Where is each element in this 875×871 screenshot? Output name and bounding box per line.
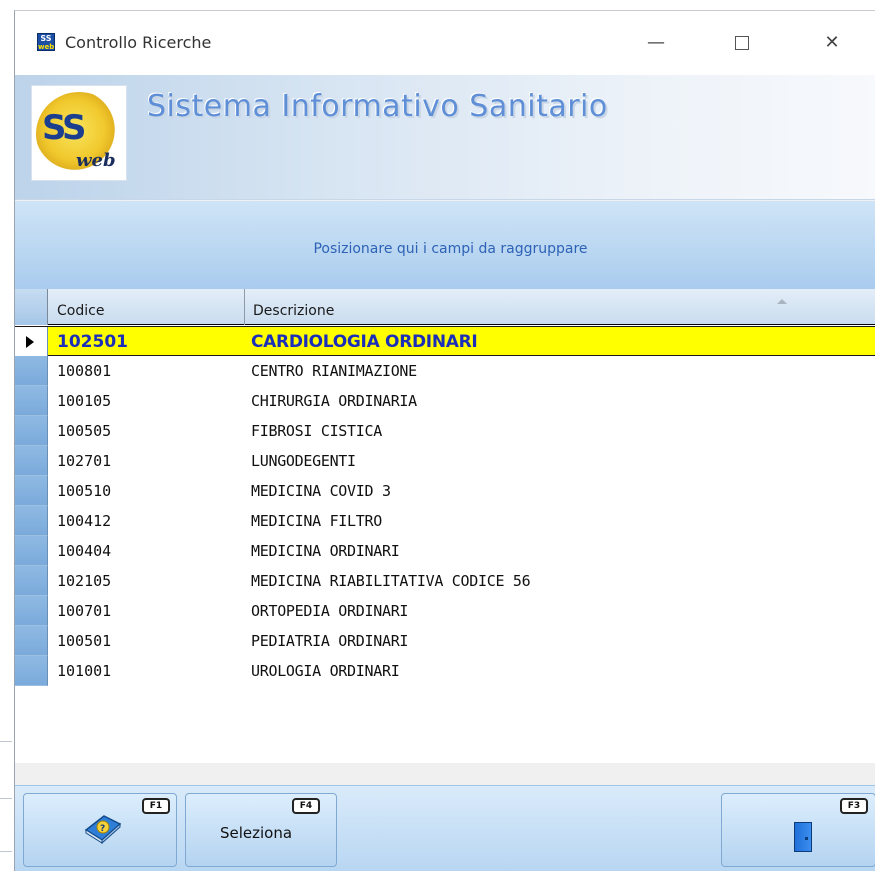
cell-codice[interactable]: 100412 xyxy=(49,506,245,536)
cell-descrizione[interactable]: UROLOGIA ORDINARI xyxy=(245,656,875,686)
cell-codice[interactable]: 100701 xyxy=(49,596,245,626)
maximize-icon xyxy=(735,36,749,50)
footer-toolbar: F1 ? F4 Seleziona F3 xyxy=(15,779,875,871)
close-button[interactable]: ✕ xyxy=(809,25,855,61)
row-indicator[interactable] xyxy=(15,386,48,416)
table-row[interactable]: 100412 MEDICINA FILTRO xyxy=(15,506,875,536)
svg-text:?: ? xyxy=(100,824,105,834)
table-row[interactable]: 102105 MEDICINA RIABILITATIVA CODICE 56 xyxy=(15,566,875,596)
cell-codice[interactable]: 100801 xyxy=(49,356,245,386)
f4-key-badge: F4 xyxy=(292,798,320,814)
help-button[interactable]: F1 ? xyxy=(23,793,177,867)
window-title: Controllo Ricerche xyxy=(65,33,212,52)
row-indicator-header xyxy=(15,289,48,325)
cell-descrizione[interactable]: MEDICINA ORDINARI xyxy=(245,536,875,566)
search-window: SS web Controllo Ricerche — ✕ SS web Sist… xyxy=(14,10,875,871)
row-indicator[interactable] xyxy=(15,356,48,386)
table-row[interactable]: 100501 PEDIATRIA ORDINARI xyxy=(15,626,875,656)
help-book-icon: ? xyxy=(84,815,122,844)
cell-codice[interactable]: 100505 xyxy=(49,416,245,446)
row-indicator[interactable] xyxy=(15,596,48,626)
column-header-descrizione[interactable]: Descrizione xyxy=(245,289,875,325)
table-row[interactable]: 100404 MEDICINA ORDINARI xyxy=(15,536,875,566)
current-row-arrow-icon xyxy=(26,336,34,348)
select-button[interactable]: F4 Seleziona xyxy=(185,793,337,867)
f1-key-badge: F1 xyxy=(142,798,170,814)
group-by-hint: Posizionare qui i campi da raggruppare xyxy=(313,241,588,257)
table-row[interactable]: 101001 UROLOGIA ORDINARI xyxy=(15,656,875,686)
cell-descrizione[interactable]: CHIRURGIA ORDINARIA xyxy=(245,386,875,416)
table-row[interactable]: 100510 MEDICINA COVID 3 xyxy=(15,476,875,506)
cell-descrizione[interactable]: FIBROSI CISTICA xyxy=(245,416,875,446)
minimize-button[interactable]: — xyxy=(633,25,679,61)
header-banner: SS web Sistema Informativo Sanitario xyxy=(15,75,875,200)
cell-descrizione[interactable]: MEDICINA COVID 3 xyxy=(245,476,875,506)
table-row[interactable]: 102701 LUNGODEGENTI xyxy=(15,446,875,476)
cell-codice[interactable]: 101001 xyxy=(49,656,245,686)
divider xyxy=(0,851,12,852)
cell-codice[interactable]: 100510 xyxy=(49,476,245,506)
cell-descrizione[interactable]: LUNGODEGENTI xyxy=(245,446,875,476)
exit-door-icon xyxy=(794,822,812,852)
cell-codice[interactable]: 102105 xyxy=(49,566,245,596)
cell-descrizione[interactable]: CARDIOLOGIA ORDINARI xyxy=(245,327,875,357)
maximize-button[interactable] xyxy=(719,25,765,61)
results-grid: Codice Descrizione 102501 CARDIOLOGIA ORD… xyxy=(15,289,875,763)
logo-subtext: web xyxy=(76,150,116,171)
f3-key-badge: F3 xyxy=(840,798,868,814)
exit-button[interactable]: F3 xyxy=(721,793,875,867)
cell-descrizione[interactable]: MEDICINA RIABILITATIVA CODICE 56 xyxy=(245,566,875,596)
cell-codice[interactable]: 102701 xyxy=(49,446,245,476)
row-indicator[interactable] xyxy=(15,476,48,506)
sisweb-logo: SS web xyxy=(31,85,127,181)
sort-ascending-icon xyxy=(777,299,787,304)
desktop-edge xyxy=(0,0,14,871)
cell-descrizione[interactable]: PEDIATRIA ORDINARI xyxy=(245,626,875,656)
divider xyxy=(0,798,12,799)
row-indicator[interactable] xyxy=(15,566,48,596)
title-bar[interactable]: SS web Controllo Ricerche — ✕ xyxy=(15,11,875,75)
app-icon: SS web xyxy=(37,33,55,51)
table-row[interactable]: 100105 CHIRURGIA ORDINARIA xyxy=(15,386,875,416)
cell-codice[interactable]: 100501 xyxy=(49,626,245,656)
cell-codice[interactable]: 100105 xyxy=(49,386,245,416)
table-row-selected[interactable]: 102501 CARDIOLOGIA ORDINARI xyxy=(15,326,875,357)
select-button-label: Seleziona xyxy=(220,824,293,842)
cell-descrizione[interactable]: ORTOPEDIA ORDINARI xyxy=(245,596,875,626)
logo-text: SS xyxy=(42,108,86,148)
row-indicator[interactable] xyxy=(15,506,48,536)
column-header-label: Descrizione xyxy=(253,303,335,319)
row-indicator[interactable] xyxy=(15,446,48,476)
table-row[interactable]: 100801 CENTRO RIANIMAZIONE xyxy=(15,356,875,386)
cell-descrizione[interactable]: CENTRO RIANIMAZIONE xyxy=(245,356,875,386)
row-indicator[interactable] xyxy=(15,416,48,446)
row-indicator[interactable] xyxy=(15,656,48,686)
grid-header: Codice Descrizione xyxy=(15,289,875,325)
cell-descrizione[interactable]: MEDICINA FILTRO xyxy=(245,506,875,536)
row-indicator[interactable] xyxy=(15,536,48,566)
banner-title: Sistema Informativo Sanitario xyxy=(147,89,608,124)
table-row[interactable]: 100505 FIBROSI CISTICA xyxy=(15,416,875,446)
cell-codice[interactable]: 100404 xyxy=(49,536,245,566)
cell-codice[interactable]: 102501 xyxy=(49,327,245,357)
divider xyxy=(0,741,12,742)
row-indicator[interactable] xyxy=(15,327,48,357)
table-row[interactable]: 100701 ORTOPEDIA ORDINARI xyxy=(15,596,875,626)
row-indicator[interactable] xyxy=(15,626,48,656)
column-header-codice[interactable]: Codice xyxy=(49,289,245,325)
group-by-panel[interactable]: Posizionare qui i campi da raggruppare xyxy=(15,201,875,289)
